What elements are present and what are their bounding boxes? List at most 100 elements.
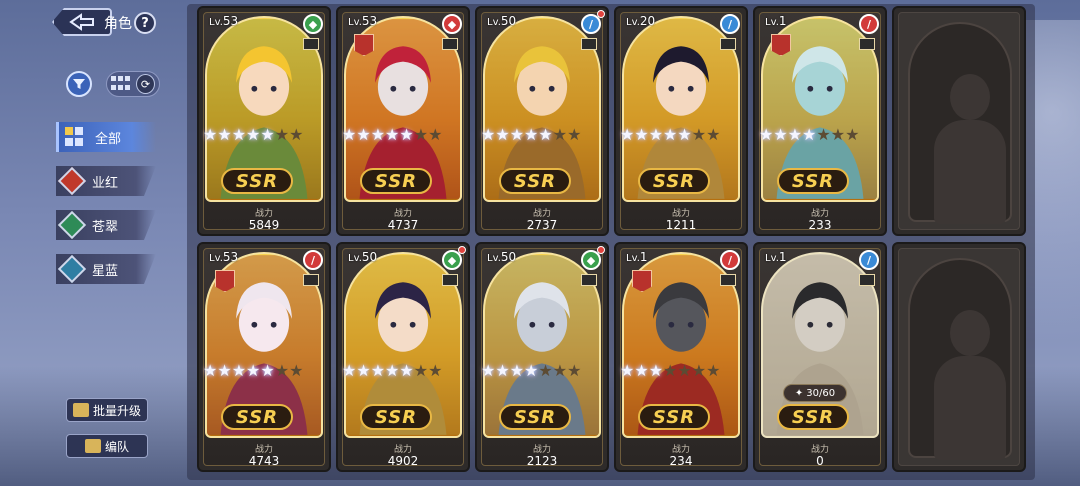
power-value: 2737 (526, 218, 558, 232)
sidebar: 角色 ? ⟳ 全部 业红 苍翠 星蓝 批量升级 编队 (0, 0, 185, 486)
star-lit-icon: ★ (787, 125, 803, 144)
rarity-badge: SSR (638, 168, 710, 194)
team-button[interactable]: 编队 (66, 434, 148, 458)
filter-button[interactable] (66, 71, 92, 97)
star-lit-icon: ★ (634, 361, 649, 380)
star-lit-icon: ★ (648, 125, 664, 144)
star-lit-icon: ★ (524, 361, 539, 380)
star-empty-icon: ★ (691, 125, 707, 144)
level-label: Lv.53 (209, 250, 238, 264)
character-card[interactable]: Lv.50 ◆ ★ ★ ★ ★ ★ ★ ★ SSR 战力 2123 (475, 242, 609, 472)
left-eye (807, 85, 814, 92)
star-empty-icon: ★ (289, 361, 304, 380)
star-lit-icon: ★ (663, 125, 678, 144)
star-rating: ★ ★ ★ ★ ★ ★ ★ (342, 125, 452, 144)
power-value: 4737 (387, 218, 419, 232)
puzzle-icon: ✦ (794, 387, 804, 399)
level-prefix: Lv. (487, 253, 501, 264)
star-lit-icon: ★ (385, 361, 400, 380)
star-lit-icon: ★ (481, 361, 496, 380)
verdant-gem-icon (57, 210, 87, 240)
star-lit-icon: ★ (802, 125, 817, 144)
silhouette-body (934, 356, 1006, 460)
level-prefix: Lv. (348, 253, 362, 264)
character-card[interactable]: Lv.50 ◆ ★ ★ ★ ★ ★ ★ ★ SSR 战力 4902 (336, 242, 470, 472)
star-empty-icon: ★ (567, 125, 582, 144)
silhouette-head (950, 310, 990, 356)
notification-dot (597, 10, 605, 18)
star-lit-icon: ★ (634, 125, 649, 144)
character-card[interactable]: Lv.53 ◆ ★ ★ ★ ★ ★ ★ ★ SSR 战力 5849 (197, 6, 331, 236)
left-eye (529, 321, 536, 328)
level-prefix: Lv. (626, 17, 640, 28)
right-eye (548, 321, 555, 328)
level-prefix: Lv. (765, 17, 779, 28)
crimson-gem-icon (57, 166, 87, 196)
character-card[interactable]: Lv.53 ◆ ★ ★ ★ ★ ★ ★ ★ SSR 战力 4737 (336, 6, 470, 236)
equipment-icon (859, 38, 875, 50)
right-eye (687, 321, 694, 328)
star-empty-icon: ★ (567, 361, 582, 380)
star-empty-icon: ★ (274, 361, 290, 380)
star-lit-icon: ★ (524, 125, 539, 144)
star-rating: ★ ★ ★ ★ ★ ★ ★ (759, 125, 869, 144)
star-lit-icon: ★ (620, 361, 635, 380)
level-prefix: Lv. (209, 17, 223, 28)
left-eye (390, 85, 397, 92)
star-lit-icon: ★ (356, 125, 371, 144)
level-value: 1 (639, 250, 648, 264)
star-empty-icon: ★ (845, 125, 860, 144)
help-button[interactable]: ? (134, 12, 156, 34)
tab-verdant[interactable]: 苍翠 (56, 210, 156, 240)
star-lit-icon: ★ (356, 361, 371, 380)
rarity-badge: SSR (777, 404, 849, 430)
star-empty-icon: ★ (706, 125, 721, 144)
character-card[interactable]: Lv.53/★ ★ ★ ★ ★ ★ ★ SSR 战力 4743 (197, 242, 331, 472)
star-lit-icon: ★ (342, 361, 357, 380)
character-card[interactable]: Lv.1/★ ★ ★ ★ ★ ★ ★ SSR 战力 233 (753, 6, 887, 236)
character-card[interactable]: Lv.1/✦ 30/60 SSR 战力 0 (753, 242, 887, 472)
view-toggle[interactable]: ⟳ (106, 71, 160, 97)
level-label: Lv.20 (626, 14, 655, 28)
batch-upgrade-button[interactable]: 批量升级 (66, 398, 148, 422)
level-value: 53 (222, 250, 239, 264)
level-value: 50 (500, 250, 517, 264)
star-empty-icon: ★ (830, 125, 846, 144)
star-lit-icon: ★ (203, 125, 218, 144)
star-empty-icon: ★ (538, 361, 553, 380)
level-value: 53 (361, 14, 378, 28)
tab-label: 苍翠 (92, 219, 119, 235)
star-lit-icon: ★ (481, 125, 496, 144)
star-lit-icon: ★ (773, 125, 788, 144)
silhouette-head (950, 74, 990, 120)
tab-crimson[interactable]: 业红 (56, 166, 156, 196)
back-button[interactable] (52, 8, 112, 36)
equipment-icon (303, 274, 319, 286)
star-lit-icon: ★ (231, 361, 247, 380)
cards-icon (72, 403, 89, 417)
shard-progress: ✦ 30/60 (783, 384, 847, 402)
character-card[interactable]: Lv.1/★ ★ ★ ★ ★ ★ ★ SSR 战力 234 (614, 242, 748, 472)
level-value: 20 (639, 14, 656, 28)
star-rating: ★ ★ ★ ★ ★ ★ ★ (620, 125, 730, 144)
grid-view-icon[interactable] (111, 76, 130, 92)
character-card[interactable]: Lv.20/★ ★ ★ ★ ★ ★ ★ SSR 战力 1211 (614, 6, 748, 236)
rarity-badge: SSR (777, 168, 849, 194)
level-label: Lv.1 (626, 250, 648, 264)
equipment-icon (859, 274, 875, 286)
team-label: 编队 (104, 439, 129, 454)
character-card[interactable]: Lv.50/★ ★ ★ ★ ★ ★ ★ SSR 战力 2737 (475, 6, 609, 236)
equipment-icon (720, 38, 736, 50)
star-lit-icon: ★ (203, 361, 218, 380)
left-eye (668, 85, 675, 92)
tab-starblue[interactable]: 星蓝 (56, 254, 156, 284)
star-lit-icon: ★ (759, 125, 774, 144)
silhouette (908, 22, 1012, 224)
star-lit-icon: ★ (620, 125, 635, 144)
level-value: 50 (361, 250, 378, 264)
sort-icon[interactable]: ⟳ (136, 74, 155, 94)
equipment-icon (303, 38, 319, 50)
tab-all[interactable]: 全部 (56, 122, 156, 152)
power-value: 234 (669, 454, 693, 468)
right-eye (826, 85, 833, 92)
